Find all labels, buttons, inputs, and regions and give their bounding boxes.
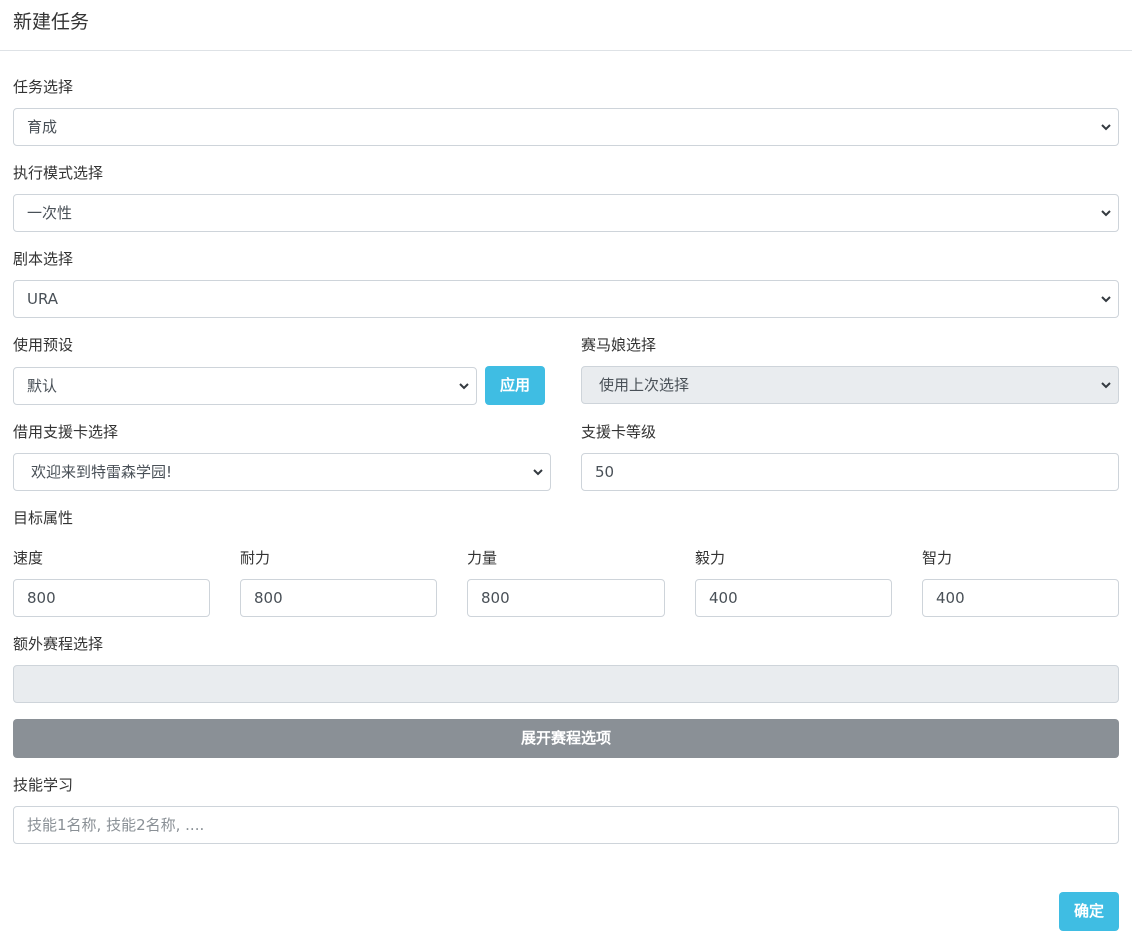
skills-label: 技能学习 (13, 776, 74, 794)
chevron-down-icon (1101, 296, 1111, 303)
preset-select[interactable]: 默认 (13, 367, 477, 405)
preset-select-value: 默认 (27, 377, 58, 395)
support-level-value: 50 (595, 463, 615, 481)
support-card-label: 借用支援卡选择 (13, 423, 119, 441)
support-card-select[interactable]: 欢迎来到特雷森学园! (13, 453, 551, 491)
attr-stamina-value: 800 (254, 589, 283, 607)
umamusume-label: 赛马娘选择 (581, 336, 657, 354)
mode-select[interactable]: 一次性 (13, 194, 1119, 232)
attr-power-label: 力量 (467, 549, 498, 567)
chevron-down-icon (533, 469, 543, 476)
modal-header: 新建任务 (0, 0, 1132, 51)
attr-power-value: 800 (481, 589, 510, 607)
extra-race-field (13, 665, 1119, 703)
attr-guts-input[interactable]: 400 (695, 579, 892, 617)
attr-guts-label: 毅力 (695, 549, 726, 567)
chevron-down-icon (459, 383, 469, 390)
support-level-label: 支援卡等级 (581, 423, 657, 441)
chevron-down-icon (1101, 210, 1111, 217)
preset-label: 使用预设 (13, 336, 74, 354)
task-label: 任务选择 (13, 78, 74, 96)
attr-speed-label: 速度 (13, 549, 44, 567)
extra-race-label: 额外赛程选择 (13, 635, 104, 653)
apply-preset-button[interactable]: 应用 (485, 366, 545, 405)
attr-stamina-input[interactable]: 800 (240, 579, 437, 617)
chevron-down-icon (1101, 382, 1111, 389)
attr-power-input[interactable]: 800 (467, 579, 665, 617)
attr-wisdom-label: 智力 (922, 549, 953, 567)
support-level-input[interactable]: 50 (581, 453, 1119, 491)
attr-wisdom-input[interactable]: 400 (922, 579, 1119, 617)
umamusume-select[interactable]: 使用上次选择 (581, 366, 1119, 404)
task-select[interactable]: 育成 (13, 108, 1119, 146)
modal-title: 新建任务 (13, 11, 90, 33)
task-select-value: 育成 (27, 118, 58, 136)
scenario-select[interactable]: URA (13, 280, 1119, 318)
mode-label: 执行模式选择 (13, 164, 104, 182)
skills-placeholder: 技能1名称, 技能2名称, .... (27, 816, 205, 834)
confirm-button[interactable]: 确定 (1059, 892, 1119, 931)
attr-speed-input[interactable]: 800 (13, 579, 210, 617)
target-attributes-label: 目标属性 (13, 509, 74, 527)
scenario-select-value: URA (27, 290, 59, 308)
mode-select-value: 一次性 (27, 204, 73, 222)
support-card-select-value: 欢迎来到特雷森学园! (31, 463, 173, 481)
expand-races-button[interactable]: 展开赛程选项 (13, 719, 1119, 758)
attr-wisdom-value: 400 (936, 589, 965, 607)
attr-stamina-label: 耐力 (240, 549, 271, 567)
chevron-down-icon (1101, 124, 1111, 131)
skills-input[interactable]: 技能1名称, 技能2名称, .... (13, 806, 1119, 844)
umamusume-select-value: 使用上次选择 (599, 376, 690, 394)
attr-speed-value: 800 (27, 589, 56, 607)
scenario-label: 剧本选择 (13, 250, 74, 268)
attr-guts-value: 400 (709, 589, 738, 607)
